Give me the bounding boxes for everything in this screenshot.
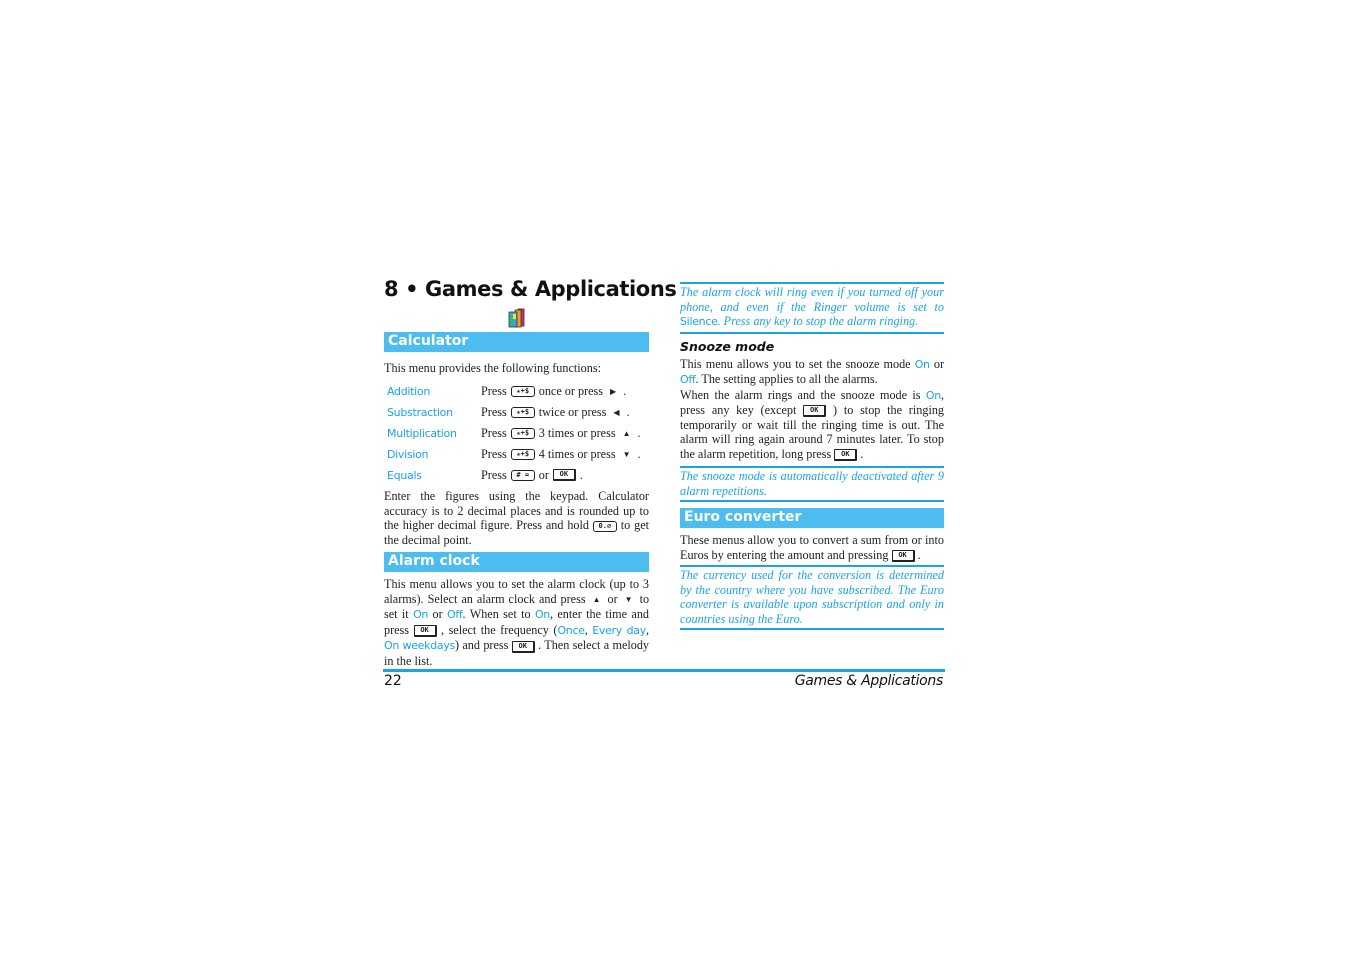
text: The alarm clock will ring even if you tu… bbox=[680, 285, 944, 314]
text: When the alarm rings and the snooze mode… bbox=[680, 387, 921, 402]
period: . bbox=[637, 425, 641, 440]
option-on-weekdays: On weekdays bbox=[384, 639, 455, 653]
function-row: Addition Press ★+$ once or press ▶. bbox=[384, 382, 649, 403]
subheading-snooze-mode: Snooze mode bbox=[680, 338, 775, 354]
footer-divider bbox=[383, 669, 945, 672]
down-arrow-icon: ▼ bbox=[622, 449, 631, 459]
ok-key-icon: OK bbox=[834, 448, 858, 461]
ok-key-icon: OK bbox=[891, 549, 915, 562]
right-column: The alarm clock will ring even if you tu… bbox=[680, 282, 944, 630]
section-header-euro-converter: Euro converter bbox=[680, 508, 944, 528]
note-alarm-ring: The alarm clock will ring even if you tu… bbox=[680, 282, 944, 334]
press-text: Press bbox=[481, 384, 507, 399]
page-number: 22 bbox=[384, 673, 402, 689]
function-row: Division Press ★+$ 4 times or press ▼. bbox=[384, 444, 649, 465]
option-on: On bbox=[914, 357, 930, 371]
ok-key-icon: OK bbox=[803, 405, 827, 418]
function-instruction: or bbox=[538, 467, 549, 482]
function-instruction: once or press bbox=[538, 384, 604, 399]
euro-description: These menus allow you to convert a sum f… bbox=[680, 533, 944, 562]
text: . When set to bbox=[462, 607, 531, 622]
star-key-icon: ★+$ bbox=[510, 386, 535, 398]
ok-key-icon: OK bbox=[413, 625, 437, 638]
press-text: Press bbox=[481, 405, 507, 420]
text: . The setting applies to all the alarms. bbox=[695, 372, 878, 386]
option-on: On bbox=[413, 608, 429, 622]
snooze-description: This menu allows you to set the snooze m… bbox=[680, 357, 944, 462]
calculator-intro: This menu provides the following functio… bbox=[384, 361, 601, 375]
function-name: Equals bbox=[387, 468, 422, 482]
running-title: Games & Applications bbox=[794, 673, 944, 689]
right-arrow-icon: ▶ bbox=[610, 387, 617, 397]
down-arrow-icon: ▼ bbox=[624, 594, 633, 604]
press-text: Press bbox=[481, 425, 507, 440]
option-on: On bbox=[925, 388, 941, 402]
zero-key-icon: 0.⌀ bbox=[592, 521, 617, 533]
text: or bbox=[432, 607, 443, 622]
section-header-alarm-clock: Alarm clock bbox=[384, 552, 649, 573]
up-arrow-icon: ▲ bbox=[592, 594, 601, 604]
period: . bbox=[623, 384, 627, 399]
function-row: Substraction Press ★+$ twice or press ◀. bbox=[384, 402, 649, 423]
option-off: Off bbox=[680, 373, 696, 386]
text: , bbox=[584, 622, 588, 637]
period: . bbox=[626, 405, 630, 420]
text: ) and press bbox=[455, 638, 509, 653]
press-text: Press bbox=[481, 446, 507, 461]
section-header-calculator: Calculator bbox=[384, 332, 649, 352]
function-name: Multiplication bbox=[387, 426, 457, 440]
function-instruction: twice or press bbox=[538, 405, 607, 420]
note-snooze-deactivated: The snooze mode is automatically deactiv… bbox=[680, 466, 944, 502]
calculator-functions-table: Addition Press ★+$ once or press ▶. Substra… bbox=[384, 382, 649, 486]
alarm-description: This menu allows you to set the alarm cl… bbox=[384, 577, 649, 668]
option-off: Off bbox=[447, 608, 463, 622]
text: . bbox=[860, 446, 864, 461]
function-instruction: 4 times or press bbox=[538, 446, 616, 461]
option-silence: Silence bbox=[680, 315, 718, 328]
calculator-description: Enter the figures using the keypad. Calc… bbox=[384, 489, 649, 547]
option-once: Once bbox=[557, 623, 585, 637]
note-euro-currency: The currency used for the conversion is … bbox=[680, 565, 944, 630]
function-row: Multiplication Press ★+$ 3 times or press ▲… bbox=[384, 423, 649, 444]
period: . bbox=[579, 467, 583, 482]
text: , bbox=[645, 622, 649, 637]
text: This menu allows you to set the snooze m… bbox=[680, 356, 911, 371]
option-every-day: Every day bbox=[592, 623, 646, 637]
left-column: 8 • Games & Applications Calculator This… bbox=[384, 275, 677, 668]
left-arrow-icon: ◀ bbox=[613, 408, 620, 418]
text: or bbox=[607, 591, 618, 606]
function-name: Addition bbox=[387, 385, 431, 399]
ok-key-icon: OK bbox=[552, 469, 576, 482]
function-row: Equals Press # = or OK. bbox=[384, 465, 649, 486]
function-instruction: 3 times or press bbox=[538, 425, 616, 440]
option-on: On bbox=[534, 608, 550, 622]
hash-key-icon: # = bbox=[510, 469, 535, 481]
star-key-icon: ★+$ bbox=[510, 448, 535, 460]
function-name: Division bbox=[387, 447, 429, 461]
text: or bbox=[933, 356, 945, 371]
text: , select the frequency ( bbox=[441, 622, 558, 637]
ok-key-icon: OK bbox=[511, 640, 535, 653]
press-text: Press bbox=[481, 467, 507, 482]
up-arrow-icon: ▲ bbox=[622, 428, 631, 438]
chapter-title: 8 • Games & Applications bbox=[384, 277, 677, 301]
text: . Press any key to stop the alarm ringin… bbox=[717, 314, 919, 328]
books-icon bbox=[508, 308, 524, 328]
function-name: Substraction bbox=[387, 406, 453, 420]
period: . bbox=[637, 446, 641, 461]
star-key-icon: ★+$ bbox=[510, 427, 535, 439]
text: . bbox=[917, 547, 921, 562]
star-key-icon: ★+$ bbox=[510, 407, 535, 419]
